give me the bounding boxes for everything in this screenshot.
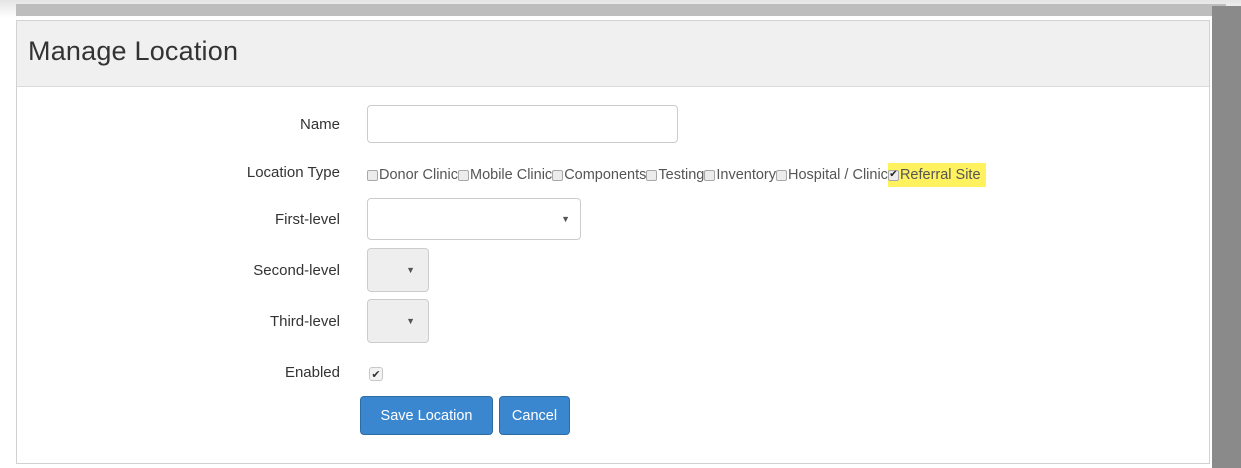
inventory-checkbox[interactable] (704, 169, 716, 181)
hospital-clinic-checkbox[interactable] (776, 169, 788, 181)
hospital-clinic-label: Hospital / Clinic (788, 167, 888, 183)
location-type-referral-site[interactable]: ✔ Referral Site (887, 163, 986, 187)
location-type-components[interactable]: Components (552, 163, 646, 187)
location-type-options: Donor Clinic Mobile Clinic Components Te… (367, 162, 986, 188)
check-icon: ✔ (371, 368, 381, 381)
name-input[interactable] (367, 105, 678, 143)
components-label: Components (564, 167, 647, 183)
testing-checkbox[interactable] (646, 169, 658, 181)
inventory-label: Inventory (716, 167, 777, 183)
caret-down-icon: ▼ (561, 214, 570, 224)
donor-clinic-label: Donor Clinic (379, 167, 458, 183)
scrollbar-shade (1212, 6, 1241, 468)
location-type-donor-clinic[interactable]: Donor Clinic (367, 163, 458, 187)
panel-header: Manage Location (17, 21, 1209, 87)
manage-location-panel: Manage Location (16, 20, 1210, 464)
save-location-button[interactable]: Save Location (360, 396, 493, 435)
referral-site-checkbox[interactable]: ✔ (887, 169, 899, 181)
enabled-label: Enabled (284, 364, 340, 381)
caret-down-icon: ▼ (406, 316, 415, 326)
mobile-clinic-checkbox[interactable] (457, 169, 469, 181)
components-checkbox[interactable] (552, 169, 564, 181)
third-level-label: Third-level (269, 313, 340, 330)
first-level-label: First-level (274, 211, 340, 228)
caret-down-icon: ▼ (406, 265, 415, 275)
third-level-select[interactable]: ▼ (367, 299, 429, 343)
name-label: Name (299, 116, 340, 133)
location-type-hospital-clinic[interactable]: Hospital / Clinic (776, 163, 888, 187)
top-bar (16, 4, 1226, 16)
mobile-clinic-label: Mobile Clinic (469, 167, 553, 183)
location-type-inventory[interactable]: Inventory (704, 163, 776, 187)
check-icon: ✔ (889, 169, 898, 180)
donor-clinic-checkbox[interactable] (367, 169, 378, 181)
testing-label: Testing (658, 167, 705, 183)
second-level-select[interactable]: ▼ (367, 248, 429, 292)
second-level-label: Second-level (253, 262, 340, 279)
referral-site-label: Referral Site (899, 167, 981, 183)
location-type-label: Location Type (246, 164, 340, 181)
cancel-button[interactable]: Cancel (499, 396, 570, 435)
first-level-select[interactable]: ▼ (367, 198, 581, 240)
enabled-checkbox[interactable]: ✔ (369, 367, 383, 381)
page-title: Manage Location (28, 36, 239, 66)
location-type-mobile-clinic[interactable]: Mobile Clinic (457, 163, 553, 187)
location-type-testing[interactable]: Testing (646, 163, 704, 187)
